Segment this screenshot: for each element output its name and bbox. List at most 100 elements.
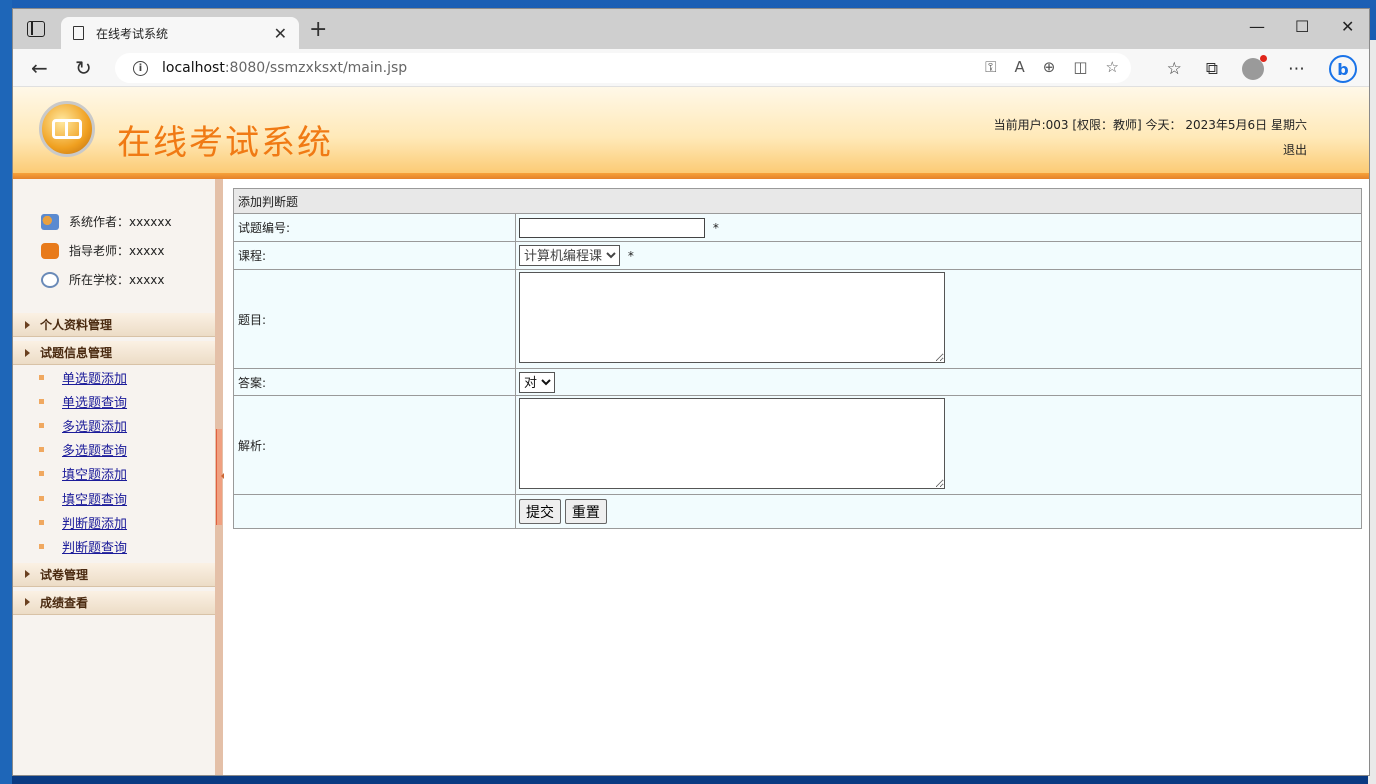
menu-scores-label: 成绩查看 xyxy=(40,595,89,610)
form-row: 答案: 对 xyxy=(233,368,1362,396)
menu: 个人资料管理 试题信息管理 单选题添加 单选题查询 多选题添加 多选题查询 填空… xyxy=(13,313,215,615)
analysis-label: 解析: xyxy=(233,395,516,495)
required-mark: * xyxy=(627,249,634,263)
menu-questions-label: 试题信息管理 xyxy=(40,346,113,360)
address-bar[interactable]: i localhost :8080/ssmzxksxt/main.jsp ⚿ A… xyxy=(115,53,1131,83)
collections-icon[interactable]: ⧉ xyxy=(1206,59,1218,79)
menu-papers-label: 试卷管理 xyxy=(40,567,89,582)
submenu-item: 多选题添加 xyxy=(39,413,215,437)
submenu-item: 判断题添加 xyxy=(39,510,215,534)
phone-icon xyxy=(41,242,59,259)
new-tab-button[interactable]: + xyxy=(309,17,327,42)
clock-icon xyxy=(41,271,59,288)
bullet-icon xyxy=(39,374,44,380)
read-aloud-icon[interactable]: A xyxy=(1015,58,1025,76)
answer-label: 答案: xyxy=(233,368,516,396)
key-icon[interactable]: ⚿ xyxy=(985,58,996,76)
profile-avatar[interactable] xyxy=(1242,55,1267,80)
bing-icon[interactable]: b xyxy=(1329,55,1357,83)
fill-blank-query-link[interactable]: 填空题查询 xyxy=(62,489,127,508)
buttons-cell: 提交 重置 xyxy=(515,494,1362,529)
browser-window: 在线考试系统 ✕ + — ☐ ✕ ← ↻ i localhost :8080/s… xyxy=(12,8,1370,776)
more-menu-icon[interactable]: ⋯ xyxy=(1288,59,1305,79)
desktop-icons-strip xyxy=(0,0,12,784)
bullet-icon xyxy=(39,422,44,428)
school-label: 所在学校：xxxxx xyxy=(69,273,165,287)
question-label: 题目: xyxy=(233,269,516,369)
refresh-icon[interactable]: ↻ xyxy=(75,56,92,80)
back-arrow-icon[interactable]: ← xyxy=(31,56,48,80)
menu-personal[interactable]: 个人资料管理 xyxy=(13,313,215,337)
single-choice-query-link[interactable]: 单选题查询 xyxy=(62,392,127,411)
expand-triangle-icon xyxy=(25,570,30,578)
submenu-item: 填空题查询 xyxy=(39,486,215,510)
maximize-button[interactable]: ☐ xyxy=(1295,17,1309,36)
school-row: 所在学校：xxxxx xyxy=(41,265,215,294)
author-info: 系统作者：xxxxxx 指导老师：xxxxx 所在学校：xxxxx xyxy=(13,179,215,294)
current-user-info: 当前用户:003 [权限：教师] 今天： 2023年5月6日 星期六 xyxy=(993,118,1307,132)
add-favorite-icon[interactable]: ☆ xyxy=(1106,58,1119,76)
site-info-icon[interactable]: i xyxy=(133,60,148,76)
submenu-item: 填空题添加 xyxy=(39,462,215,486)
analysis-textarea[interactable] xyxy=(519,398,945,489)
form-row: 提交 重置 xyxy=(233,494,1362,529)
url-path: :8080/ssmzxksxt/main.jsp xyxy=(224,60,408,76)
true-false-add-link[interactable]: 判断题添加 xyxy=(62,513,127,532)
close-window-button[interactable]: ✕ xyxy=(1341,17,1354,36)
expand-triangle-icon xyxy=(25,348,30,357)
form-row: 解析: xyxy=(233,395,1362,495)
page-icon xyxy=(73,26,84,40)
users-icon xyxy=(41,213,59,230)
browser-tab[interactable]: 在线考试系统 ✕ xyxy=(61,17,299,49)
question-cell xyxy=(515,269,1362,369)
toolbar-icons: ☆ ⧉ ⋯ b xyxy=(1167,55,1357,83)
address-bar-icons: ⚿ A ⊕ ◫ ☆ xyxy=(985,58,1119,76)
author-label: 系统作者：xxxxxx xyxy=(69,215,172,229)
submenu-item: 单选题查询 xyxy=(39,389,215,413)
question-id-input[interactable] xyxy=(519,217,705,238)
expand-triangle-icon xyxy=(25,320,30,329)
true-false-query-link[interactable]: 判断题查询 xyxy=(62,537,127,556)
url-host: localhost xyxy=(162,60,225,76)
add-true-false-form: 添加判断题 试题编号: * 课程: 计算机编程课 * 题目: 答案: 对 解析:… xyxy=(233,188,1362,529)
tab-close-icon[interactable]: ✕ xyxy=(274,24,287,43)
collapse-sidebar-handle[interactable] xyxy=(216,429,224,525)
form-row: 题目: xyxy=(233,269,1362,369)
split-screen-icon[interactable]: ◫ xyxy=(1073,58,1087,76)
menu-personal-label: 个人资料管理 xyxy=(40,318,113,332)
minimize-button[interactable]: — xyxy=(1249,17,1265,36)
site-header: 在线考试系统 当前用户:003 [权限：教师] 今天： 2023年5月6日 星期… xyxy=(13,87,1369,179)
course-label: 课程: xyxy=(233,241,516,270)
tab-actions-icon[interactable] xyxy=(27,21,45,37)
multi-choice-add-link[interactable]: 多选题添加 xyxy=(62,416,127,435)
multi-choice-query-link[interactable]: 多选题查询 xyxy=(62,440,127,459)
reset-button[interactable]: 重置 xyxy=(564,499,607,524)
logout-link[interactable]: 退出 xyxy=(1283,141,1307,158)
form-row: 课程: 计算机编程课 * xyxy=(233,241,1362,270)
fill-blank-add-link[interactable]: 填空题添加 xyxy=(62,464,127,483)
teacher-row: 指导老师：xxxxx xyxy=(41,236,215,265)
menu-scores[interactable]: 成绩查看 xyxy=(13,590,215,615)
bullet-icon xyxy=(39,398,44,404)
answer-select[interactable]: 对 xyxy=(519,371,555,393)
teacher-label: 指导老师：xxxxx xyxy=(69,244,165,258)
bullet-icon xyxy=(39,447,44,453)
menu-questions[interactable]: 试题信息管理 xyxy=(13,341,215,365)
bullet-icon xyxy=(39,543,44,549)
site-title: 在线考试系统 xyxy=(117,123,333,163)
questions-submenu: 单选题添加 单选题查询 多选题添加 多选题查询 填空题添加 填空题查询 判断题添… xyxy=(13,365,215,559)
submit-button[interactable]: 提交 xyxy=(519,499,561,524)
zoom-icon[interactable]: ⊕ xyxy=(1043,58,1056,76)
course-select[interactable]: 计算机编程课 xyxy=(519,245,620,266)
bullet-icon xyxy=(39,495,44,501)
question-id-cell: * xyxy=(515,213,1362,242)
submenu-item: 多选题查询 xyxy=(39,438,215,462)
question-textarea[interactable] xyxy=(519,272,945,363)
expand-triangle-icon xyxy=(25,598,30,606)
single-choice-add-link[interactable]: 单选题添加 xyxy=(62,368,127,387)
menu-papers[interactable]: 试卷管理 xyxy=(13,562,215,587)
answer-cell: 对 xyxy=(515,368,1362,396)
content-area: 添加判断题 试题编号: * 课程: 计算机编程课 * 题目: 答案: 对 解析:… xyxy=(233,188,1362,529)
navigation-bar: ← ↻ i localhost :8080/ssmzxksxt/main.jsp… xyxy=(13,49,1369,87)
favorites-icon[interactable]: ☆ xyxy=(1167,59,1182,79)
